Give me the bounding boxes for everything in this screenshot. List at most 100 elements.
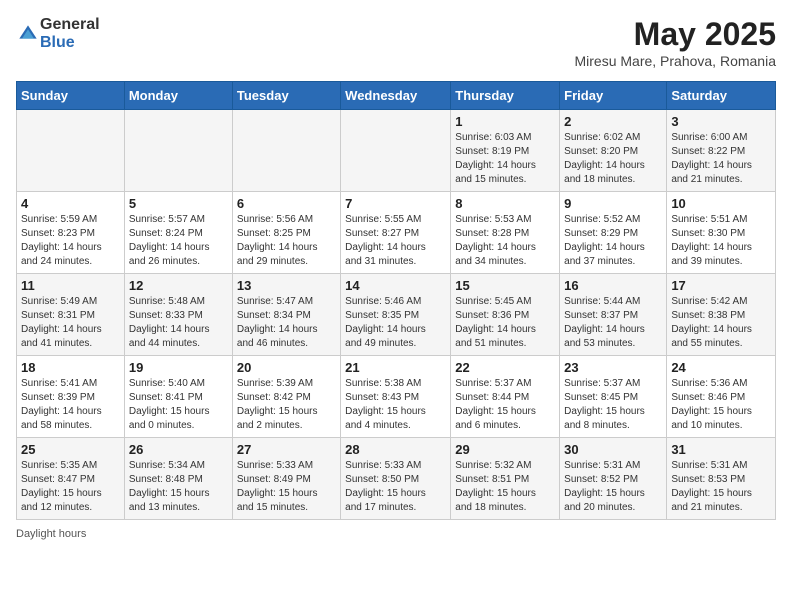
day-cell: 20Sunrise: 5:39 AM Sunset: 8:42 PM Dayli… xyxy=(232,356,340,438)
logo-general: General xyxy=(40,16,100,33)
day-detail: Sunrise: 5:38 AM Sunset: 8:43 PM Dayligh… xyxy=(345,377,446,433)
day-detail: Sunrise: 6:02 AM Sunset: 8:20 PM Dayligh… xyxy=(564,131,662,187)
day-number: 25 xyxy=(21,442,120,457)
day-detail: Sunrise: 5:51 AM Sunset: 8:30 PM Dayligh… xyxy=(671,213,771,269)
day-detail: Sunrise: 5:55 AM Sunset: 8:27 PM Dayligh… xyxy=(345,213,446,269)
day-number: 22 xyxy=(455,360,555,375)
day-cell: 13Sunrise: 5:47 AM Sunset: 8:34 PM Dayli… xyxy=(232,274,340,356)
day-number: 15 xyxy=(455,278,555,293)
header-row: SundayMondayTuesdayWednesdayThursdayFrid… xyxy=(17,82,776,110)
day-detail: Sunrise: 5:53 AM Sunset: 8:28 PM Dayligh… xyxy=(455,213,555,269)
day-detail: Sunrise: 5:33 AM Sunset: 8:50 PM Dayligh… xyxy=(345,459,446,515)
day-detail: Sunrise: 5:46 AM Sunset: 8:35 PM Dayligh… xyxy=(345,295,446,351)
day-number: 19 xyxy=(129,360,228,375)
day-number: 8 xyxy=(455,196,555,211)
day-cell: 19 Sunrise: 5:40 AM Sunset: 8:41 PM Dayli… xyxy=(124,356,232,438)
day-detail: Sunrise: 6:03 AM Sunset: 8:19 PM Dayligh… xyxy=(455,131,555,187)
calendar-body: 1 Sunrise: 6:03 AM Sunset: 8:19 PM Daylig… xyxy=(17,110,776,520)
day-detail: Sunrise: 5:44 AM Sunset: 8:37 PM Dayligh… xyxy=(564,295,662,351)
calendar-table: SundayMondayTuesdayWednesdayThursdayFrid… xyxy=(16,81,776,520)
day-number: 7 xyxy=(345,196,446,211)
day-cell: 25Sunrise: 5:35 AM Sunset: 8:47 PM Dayli… xyxy=(17,438,125,520)
day-detail: Sunrise: 5:40 AM Sunset: 8:41 PM Dayligh… xyxy=(129,377,228,433)
column-header-sunday: Sunday xyxy=(17,82,125,110)
day-number: 1 xyxy=(455,114,555,129)
column-header-friday: Friday xyxy=(560,82,667,110)
day-cell: 4Sunrise: 5:59 AM Sunset: 8:23 PM Daylig… xyxy=(17,192,125,274)
day-cell: 17Sunrise: 5:42 AM Sunset: 8:38 PM Dayli… xyxy=(667,274,776,356)
day-detail: Sunrise: 5:48 AM Sunset: 8:33 PM Dayligh… xyxy=(129,295,228,351)
title-block: May 2025 Miresu Mare, Prahova, Romania xyxy=(574,16,776,69)
day-cell: 9Sunrise: 5:52 AM Sunset: 8:29 PM Daylig… xyxy=(560,192,667,274)
day-detail: Sunrise: 6:00 AM Sunset: 8:22 PM Dayligh… xyxy=(671,131,771,187)
day-number: 2 xyxy=(564,114,662,129)
footer: Daylight hours xyxy=(16,528,776,540)
day-number: 29 xyxy=(455,442,555,457)
day-number: 28 xyxy=(345,442,446,457)
day-detail: Sunrise: 5:59 AM Sunset: 8:23 PM Dayligh… xyxy=(21,213,120,269)
day-cell: 15 Sunrise: 5:45 AM Sunset: 8:36 PM Dayli… xyxy=(451,274,560,356)
logo-blue: Blue xyxy=(40,34,75,51)
day-cell: 3 Sunrise: 6:00 AM Sunset: 8:22 PM Daylig… xyxy=(667,110,776,192)
day-number: 31 xyxy=(671,442,771,457)
day-cell: 8 Sunrise: 5:53 AM Sunset: 8:28 PM Daylig… xyxy=(451,192,560,274)
day-detail: Sunrise: 5:39 AM Sunset: 8:42 PM Dayligh… xyxy=(237,377,336,433)
page-header: General Blue May 2025 Miresu Mare, Praho… xyxy=(16,16,776,69)
day-detail: Sunrise: 5:41 AM Sunset: 8:39 PM Dayligh… xyxy=(21,377,120,433)
day-cell: 5 Sunrise: 5:57 AM Sunset: 8:24 PM Daylig… xyxy=(124,192,232,274)
column-header-tuesday: Tuesday xyxy=(232,82,340,110)
column-header-wednesday: Wednesday xyxy=(341,82,451,110)
day-number: 14 xyxy=(345,278,446,293)
day-detail: Sunrise: 5:57 AM Sunset: 8:24 PM Dayligh… xyxy=(129,213,228,269)
week-row-5: 25Sunrise: 5:35 AM Sunset: 8:47 PM Dayli… xyxy=(17,438,776,520)
day-cell: 1 Sunrise: 6:03 AM Sunset: 8:19 PM Daylig… xyxy=(451,110,560,192)
daylight-label: Daylight hours xyxy=(16,528,86,540)
day-detail: Sunrise: 5:49 AM Sunset: 8:31 PM Dayligh… xyxy=(21,295,120,351)
day-cell: 31 Sunrise: 5:31 AM Sunset: 8:53 PM Dayli… xyxy=(667,438,776,520)
day-cell xyxy=(17,110,125,192)
day-cell: 10Sunrise: 5:51 AM Sunset: 8:30 PM Dayli… xyxy=(667,192,776,274)
day-number: 5 xyxy=(129,196,228,211)
column-header-monday: Monday xyxy=(124,82,232,110)
day-cell: 7 Sunrise: 5:55 AM Sunset: 8:27 PM Daylig… xyxy=(341,192,451,274)
day-cell: 21 Sunrise: 5:38 AM Sunset: 8:43 PM Dayli… xyxy=(341,356,451,438)
day-cell: 26Sunrise: 5:34 AM Sunset: 8:48 PM Dayli… xyxy=(124,438,232,520)
day-number: 9 xyxy=(564,196,662,211)
day-number: 21 xyxy=(345,360,446,375)
day-number: 17 xyxy=(671,278,771,293)
day-cell: 28 Sunrise: 5:33 AM Sunset: 8:50 PM Dayli… xyxy=(341,438,451,520)
day-number: 23 xyxy=(564,360,662,375)
day-number: 11 xyxy=(21,278,120,293)
logo-icon xyxy=(18,24,38,44)
day-cell xyxy=(124,110,232,192)
day-cell: 24Sunrise: 5:36 AM Sunset: 8:46 PM Dayli… xyxy=(667,356,776,438)
main-title: May 2025 xyxy=(574,16,776,53)
day-detail: Sunrise: 5:31 AM Sunset: 8:53 PM Dayligh… xyxy=(671,459,771,515)
calendar-header: SundayMondayTuesdayWednesdayThursdayFrid… xyxy=(17,82,776,110)
day-detail: Sunrise: 5:34 AM Sunset: 8:48 PM Dayligh… xyxy=(129,459,228,515)
day-number: 27 xyxy=(237,442,336,457)
day-cell: 6Sunrise: 5:56 AM Sunset: 8:25 PM Daylig… xyxy=(232,192,340,274)
column-header-thursday: Thursday xyxy=(451,82,560,110)
day-detail: Sunrise: 5:45 AM Sunset: 8:36 PM Dayligh… xyxy=(455,295,555,351)
day-cell: 14 Sunrise: 5:46 AM Sunset: 8:35 PM Dayli… xyxy=(341,274,451,356)
day-detail: Sunrise: 5:33 AM Sunset: 8:49 PM Dayligh… xyxy=(237,459,336,515)
day-cell: 30 Sunrise: 5:31 AM Sunset: 8:52 PM Dayli… xyxy=(560,438,667,520)
day-cell: 27 Sunrise: 5:33 AM Sunset: 8:49 PM Dayli… xyxy=(232,438,340,520)
day-detail: Sunrise: 5:37 AM Sunset: 8:45 PM Dayligh… xyxy=(564,377,662,433)
day-cell: 29Sunrise: 5:32 AM Sunset: 8:51 PM Dayli… xyxy=(451,438,560,520)
logo: General Blue xyxy=(16,16,100,52)
day-detail: Sunrise: 5:31 AM Sunset: 8:52 PM Dayligh… xyxy=(564,459,662,515)
day-cell: 2 Sunrise: 6:02 AM Sunset: 8:20 PM Daylig… xyxy=(560,110,667,192)
day-number: 6 xyxy=(237,196,336,211)
column-header-saturday: Saturday xyxy=(667,82,776,110)
day-number: 30 xyxy=(564,442,662,457)
day-cell: 18Sunrise: 5:41 AM Sunset: 8:39 PM Dayli… xyxy=(17,356,125,438)
day-cell xyxy=(341,110,451,192)
day-number: 24 xyxy=(671,360,771,375)
day-cell: 22Sunrise: 5:37 AM Sunset: 8:44 PM Dayli… xyxy=(451,356,560,438)
day-cell: 11 Sunrise: 5:49 AM Sunset: 8:31 PM Dayli… xyxy=(17,274,125,356)
day-cell xyxy=(232,110,340,192)
day-number: 3 xyxy=(671,114,771,129)
day-cell: 16Sunrise: 5:44 AM Sunset: 8:37 PM Dayli… xyxy=(560,274,667,356)
